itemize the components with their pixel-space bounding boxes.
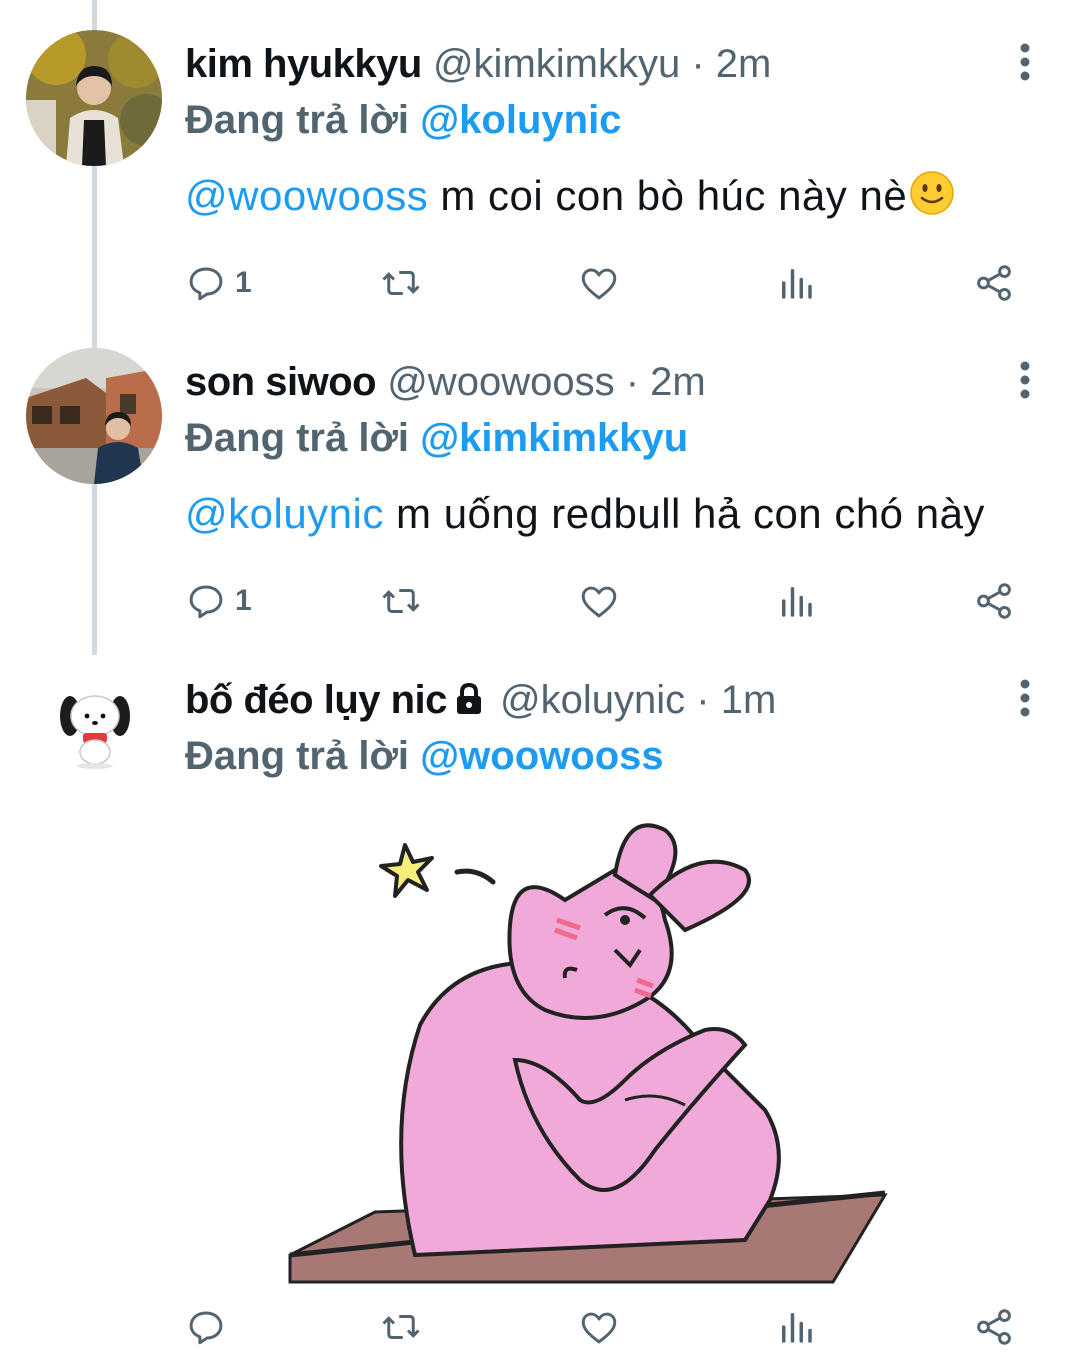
analytics-icon	[782, 269, 812, 299]
handle[interactable]: @koluynic	[500, 678, 685, 722]
replying-prefix: Đang trả lời	[185, 416, 410, 460]
avatar[interactable]	[26, 348, 162, 484]
reply-button[interactable]: 1	[185, 258, 252, 308]
timestamp[interactable]: · 2m	[691, 42, 771, 86]
more-icon[interactable]	[1010, 358, 1040, 402]
replying-to: Đang trả lời @woowooss	[185, 732, 664, 780]
share-icon	[977, 265, 1011, 301]
tweet-text-body: m coi con bò húc này nè	[428, 172, 908, 219]
more-icon[interactable]	[1010, 40, 1040, 84]
replying-to: Đang trả lời @koluynic	[185, 96, 621, 144]
analytics-icon	[782, 1313, 812, 1343]
share-icon	[977, 1309, 1011, 1345]
display-name[interactable]: kim hyukkyu	[185, 42, 422, 86]
replying-to: Đang trả lời @kimkimkkyu	[185, 414, 688, 462]
tweet-actions: 1	[185, 576, 1035, 626]
analytics-button[interactable]	[775, 1302, 817, 1352]
like-icon	[581, 268, 617, 300]
tweet-header: son siwoo @woowooss · 2m	[185, 358, 706, 406]
reply-button[interactable]	[185, 1302, 235, 1352]
share-button[interactable]	[973, 576, 1015, 626]
tweet-header: bố đéo lụy nic @koluynic · 1m	[185, 676, 776, 727]
reply-icon	[189, 267, 223, 301]
like-icon	[581, 586, 617, 618]
handle[interactable]: @woowooss	[387, 360, 614, 404]
retweet-button[interactable]	[380, 576, 422, 626]
handle[interactable]: @kimkimkkyu	[433, 42, 680, 86]
like-button[interactable]	[578, 1302, 620, 1352]
tweet-text: @koluynic m uống redbull hả con chó này	[185, 488, 985, 540]
display-name[interactable]: bố đéo lụy nic	[185, 678, 447, 722]
analytics-button[interactable]	[775, 576, 817, 626]
reply-count: 1	[235, 266, 252, 299]
avatar[interactable]	[26, 666, 162, 802]
share-icon	[977, 583, 1011, 619]
analytics-icon	[782, 587, 812, 617]
slightly-smiling-face-icon	[909, 170, 955, 228]
timestamp[interactable]: · 1m	[696, 678, 776, 722]
tweet-media-sticker[interactable]	[185, 800, 1045, 1300]
retweet-icon	[382, 1315, 420, 1339]
retweet-button[interactable]	[380, 1302, 422, 1352]
replying-to-mention[interactable]: @kimkimkkyu	[420, 416, 688, 460]
like-button[interactable]	[578, 258, 620, 308]
retweet-button[interactable]	[380, 258, 422, 308]
tweet-header: kim hyukkyu @kimkimkkyu · 2m	[185, 40, 771, 88]
display-name[interactable]: son siwoo	[185, 360, 377, 404]
replying-prefix: Đang trả lời	[185, 98, 410, 142]
avatar[interactable]	[26, 30, 162, 166]
tweet-actions: 1	[185, 258, 1035, 308]
mention-link[interactable]: @woowooss	[185, 172, 428, 219]
like-icon	[581, 1312, 617, 1344]
like-button[interactable]	[578, 576, 620, 626]
analytics-button[interactable]	[775, 258, 817, 308]
reply-button[interactable]: 1	[185, 576, 252, 626]
retweet-icon	[382, 271, 420, 295]
reply-icon	[189, 585, 223, 619]
timestamp[interactable]: · 2m	[626, 360, 706, 404]
retweet-icon	[382, 589, 420, 613]
mention-link[interactable]: @koluynic	[185, 490, 384, 537]
tweet-text: @woowooss m coi con bò húc này nè	[185, 170, 955, 228]
tweet-actions	[185, 1302, 1035, 1352]
replying-prefix: Đang trả lời	[185, 734, 410, 778]
replying-to-mention[interactable]: @woowooss	[420, 734, 663, 778]
tweet-text-body: m uống redbull hả con chó này	[383, 490, 985, 537]
share-button[interactable]	[973, 1302, 1015, 1352]
share-button[interactable]	[973, 258, 1015, 308]
star-icon	[379, 843, 434, 898]
reply-icon	[189, 1311, 223, 1345]
more-icon[interactable]	[1010, 676, 1040, 720]
lock-icon	[453, 679, 485, 727]
reply-count: 1	[235, 584, 252, 617]
replying-to-mention[interactable]: @koluynic	[420, 98, 621, 142]
